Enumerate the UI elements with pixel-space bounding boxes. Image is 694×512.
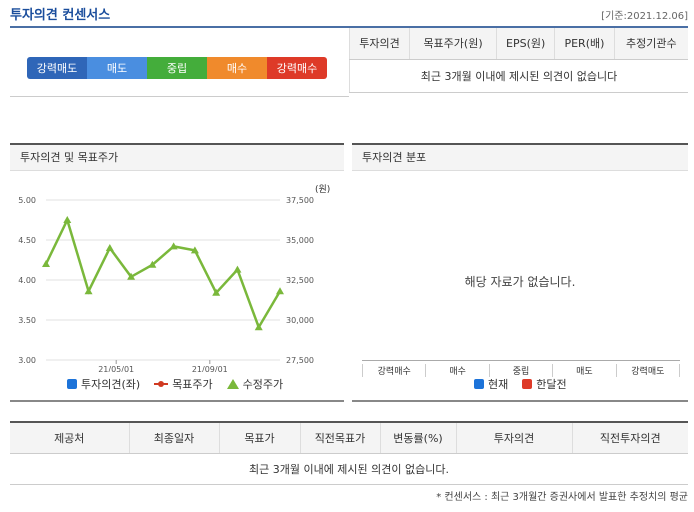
right-axis-tick: 30,000 [286, 316, 314, 325]
legend-adjusted-price-label: 수정주가 [242, 378, 284, 391]
distribution-empty-message: 해당 자료가 없습니다. [464, 275, 576, 289]
col-last-date: 최종일자 [128, 421, 219, 454]
consensus-table: 투자의견 목표주가(원) EPS(원) PER(배) 추정기관수 최근 3개월 … [349, 28, 688, 93]
right-axis-unit: (원) [315, 184, 330, 195]
distribution-panel-bottom [352, 400, 688, 402]
square-icon [67, 379, 77, 389]
col-target-price: 목표주가(원) [408, 28, 497, 60]
rec-hold: 중립 [147, 57, 207, 79]
dot-line-icon [154, 381, 169, 387]
legend-month-ago[interactable]: 한달전 [522, 376, 567, 392]
square-icon [474, 379, 484, 389]
col-prev-target: 직전목표가 [299, 421, 380, 454]
opinion-price-chart: (원) 5.00 37,500 4.50 35,000 4.00 32,500 3.50 30… [18, 184, 330, 372]
square-icon [522, 379, 533, 389]
col-change-rate: 변동률(%) [379, 421, 456, 454]
consensus-empty-message: 최근 3개월 이내에 제시된 의견이 없습니다 [349, 59, 688, 93]
opinion-chart-panel: 투자의견 및 목표주가 [10, 143, 344, 171]
triangle-icon [226, 379, 239, 389]
right-axis-tick: 35,000 [286, 236, 314, 245]
opinion-chart-title: 투자의견 및 목표주가 [10, 143, 344, 171]
distribution-panel: 투자의견 분포 [352, 143, 688, 171]
page-title: 투자의견 컨센서스 [10, 8, 111, 23]
left-bottom-divider [10, 96, 349, 97]
dist-cat-strong-buy: 강력매수 [362, 364, 425, 377]
left-axis-tick: 5.00 [18, 196, 36, 205]
detail-empty-message: 최근 3개월 이내에 제시된 의견이 없습니다. [10, 453, 688, 485]
distribution-axis [362, 360, 680, 361]
left-axis-tick: 4.00 [18, 276, 36, 285]
reference-date: [기준:2021.12.06] [601, 11, 688, 22]
right-axis-tick: 27,500 [286, 356, 314, 365]
legend-adjusted-price[interactable]: 수정주가 [226, 376, 284, 392]
rec-strong-sell: 강력매도 [27, 57, 87, 79]
legend-current-label: 현재 [488, 378, 509, 391]
legend-opinion[interactable]: 투자의견(좌) [67, 376, 140, 392]
opinion-detail-table: 제공처 최종일자 목표가 직전목표가 변동률(%) 투자의견 직전투자의견 최근… [10, 421, 688, 485]
left-axis-tick: 3.00 [18, 356, 36, 365]
col-estimator-count: 추정기관수 [613, 28, 688, 60]
left-axis-tick: 3.50 [18, 316, 36, 325]
recommendation-scale: 강력매도 매도 중립 매수 강력매수 [27, 57, 327, 79]
left-axis-tick: 4.50 [18, 236, 36, 245]
right-axis-tick: 32,500 [286, 276, 314, 285]
data-point-adjusted-price [276, 287, 284, 295]
opinion-panel-bottom [10, 400, 344, 402]
rec-sell: 매도 [87, 57, 147, 79]
distribution-title: 투자의견 분포 [352, 143, 688, 171]
col-opinion: 투자의견 [455, 421, 572, 454]
footnote: * 컨센서스 : 최근 3개월간 증권사에서 발표한 추정치의 평균 [436, 492, 688, 503]
legend-target-price-label: 목표주가 [172, 378, 213, 391]
dist-cat-strong-sell: 강력매도 [615, 364, 681, 377]
col-prev-opinion: 직전투자의견 [571, 421, 688, 454]
col-opinion: 투자의견 [349, 28, 410, 60]
col-eps: EPS(원) [496, 28, 555, 60]
opinion-chart-legend: 투자의견(좌) 목표주가 수정주가 [67, 376, 283, 392]
col-provider: 제공처 [10, 421, 129, 454]
distribution-legend: 현재 한달전 [474, 376, 567, 392]
data-point-adjusted-price [105, 244, 114, 251]
data-point-adjusted-price [63, 216, 72, 223]
col-target: 목표가 [218, 421, 300, 454]
legend-month-ago-label: 한달전 [536, 378, 567, 391]
rec-strong-buy: 강력매수 [267, 57, 327, 79]
x-axis-tick: 21/05/01 [98, 365, 134, 372]
legend-target-price[interactable]: 목표주가 [154, 376, 213, 392]
col-per: PER(배) [554, 28, 615, 60]
rec-buy: 매수 [207, 57, 267, 79]
data-point-adjusted-price [233, 265, 242, 273]
legend-opinion-label: 투자의견(좌) [81, 378, 141, 391]
x-axis-tick: 21/09/01 [192, 365, 228, 372]
legend-current[interactable]: 현재 [474, 376, 508, 392]
series-line-adjusted-price [44, 216, 282, 331]
right-axis-tick: 37,500 [286, 196, 314, 205]
